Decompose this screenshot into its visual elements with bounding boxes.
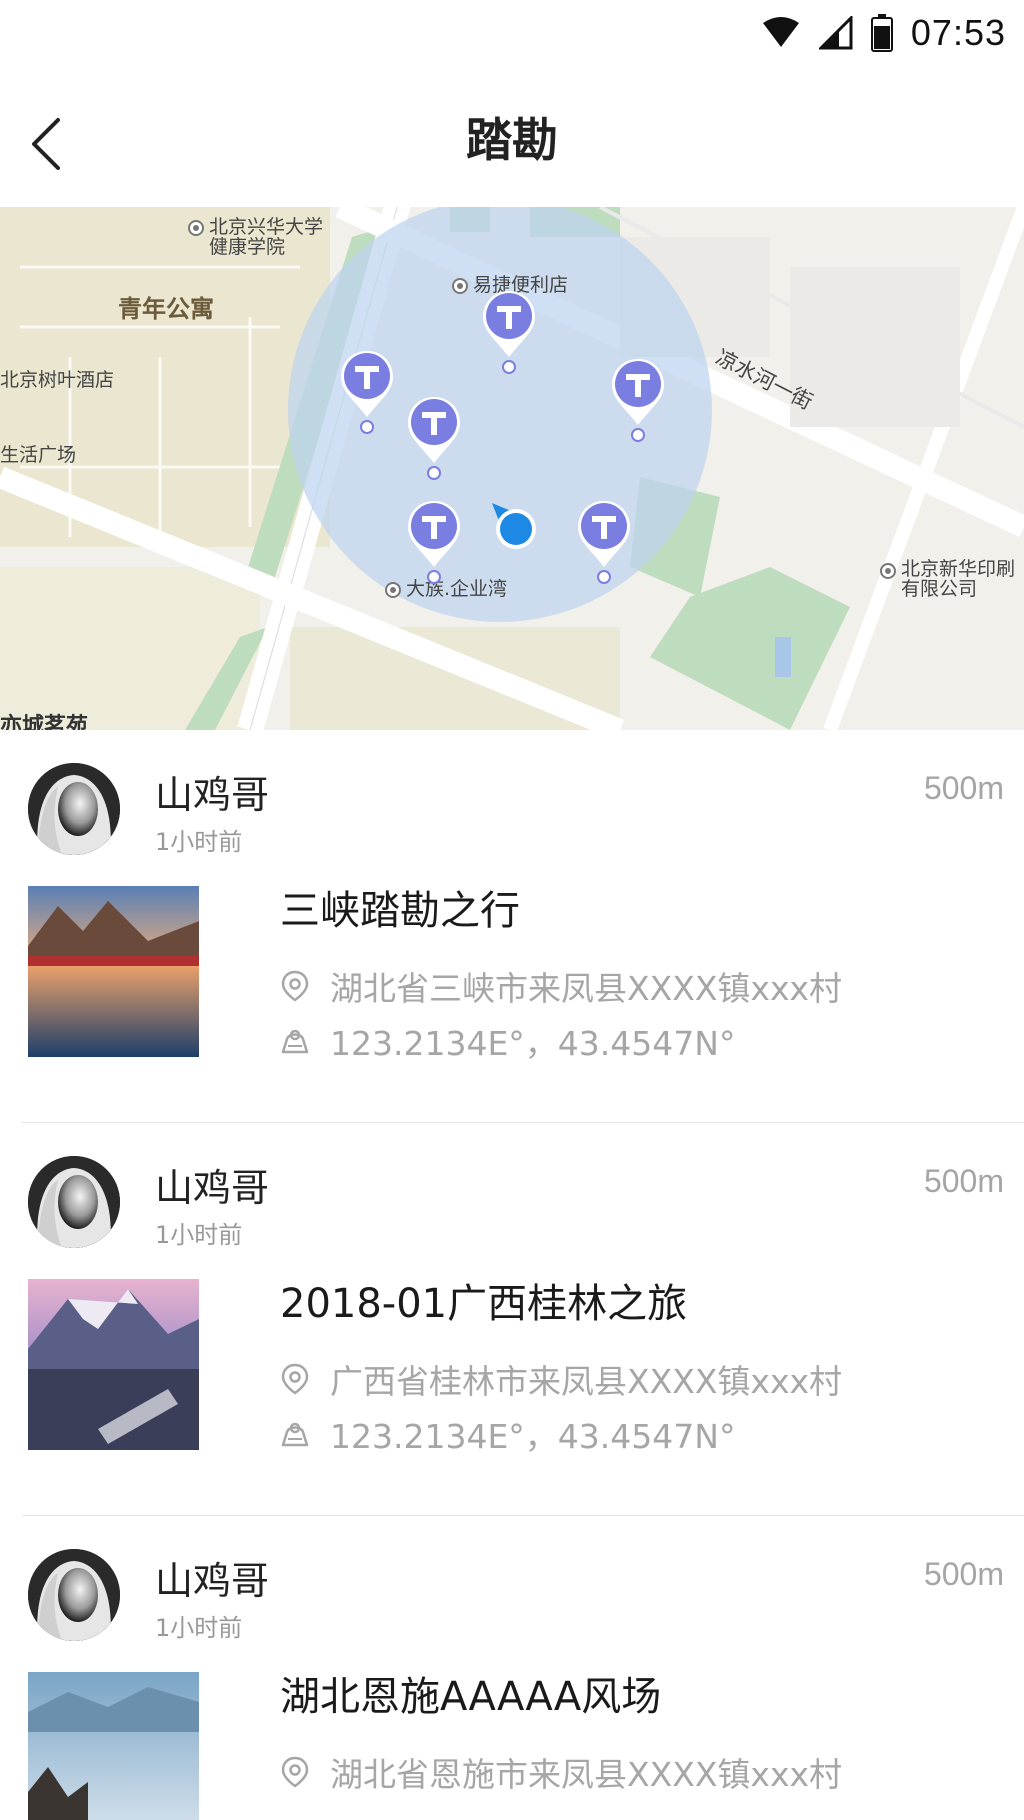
status-icons: 07:53 [761, 12, 1006, 54]
post-title: 2018-01广西桂林之旅 [280, 1281, 688, 1327]
poi-marker-icon [880, 563, 896, 579]
survey-pin[interactable] [479, 287, 539, 377]
wifi-icon [762, 17, 799, 47]
landscape-photo [28, 1672, 199, 1820]
map-label-bottom: 亦城茗苑 [0, 714, 89, 731]
address-row: 湖北省恩施市来凤县XXXX镇xxx村 [278, 1748, 842, 1796]
coordinates-icon [281, 1029, 309, 1054]
location-pin-icon [281, 1363, 309, 1395]
distance: 500m [923, 1556, 1004, 1592]
cell-signal-icon [818, 16, 853, 50]
hammer-pin-icon [612, 359, 664, 442]
address-row: 湖北省三峡市来凤县XXXX镇xxx村 [278, 962, 842, 1010]
location-pin-icon [281, 1756, 309, 1788]
avatar[interactable] [28, 763, 120, 855]
avatar[interactable] [28, 1549, 120, 1641]
user-name: 山鸡哥 [155, 773, 270, 817]
distance: 500m [923, 1163, 1004, 1199]
survey-card[interactable]: 山鸡哥 1小时前 500m 湖北恩施AAAAA风场 湖北省恩施市来凤县XXXX镇… [0, 1516, 1024, 1820]
address-row: 广西省桂林市来凤县XXXX镇xxx村 [278, 1355, 842, 1403]
landscape-photo [28, 886, 199, 1057]
address-text: 湖北省恩施市来凤县XXXX镇xxx村 [330, 1755, 843, 1794]
post-time: 1小时前 [155, 1614, 243, 1642]
survey-pin[interactable] [404, 497, 464, 587]
coordinates-text: 123.2134E°，43.4547N° [330, 1417, 736, 1456]
coordinates-text: 123.2134E°，43.4547N° [330, 1024, 736, 1063]
survey-pin[interactable] [608, 355, 668, 445]
location-pin-icon [281, 970, 309, 1002]
user-portrait-image [28, 1156, 120, 1248]
thumbnail-image[interactable] [28, 1672, 199, 1820]
battery-icon [870, 14, 893, 52]
survey-pin[interactable] [337, 347, 397, 437]
coordinates-row: 123.2134E°，43.4547N° [278, 1410, 735, 1458]
status-time: 07:53 [910, 12, 1006, 53]
avatar[interactable] [28, 1156, 120, 1248]
survey-feed: 山鸡哥 1小时前 500m 三峡踏勘之行 湖北省三峡市来凤县XXXX镇xxx村 … [0, 730, 1024, 1820]
map-label-plaza: 生活广场 [0, 444, 77, 466]
poi-marker-icon [188, 219, 204, 236]
hammer-pin-icon [408, 501, 460, 584]
thumbnail-image[interactable] [28, 1279, 199, 1450]
map-label-printer: 北京新华印刷 有限公司 [880, 559, 1015, 599]
post-time: 1小时前 [155, 828, 243, 856]
distance: 500m [923, 770, 1004, 806]
user-name: 山鸡哥 [155, 1166, 270, 1210]
post-title: 湖北恩施AAAAA风场 [280, 1674, 662, 1720]
poi-marker-icon [385, 581, 401, 598]
post-time: 1小时前 [155, 1221, 243, 1249]
hammer-pin-icon [578, 501, 630, 584]
hammer-pin-icon [483, 291, 535, 374]
survey-pin[interactable] [404, 393, 464, 483]
survey-card[interactable]: 山鸡哥 1小时前 500m 三峡踏勘之行 湖北省三峡市来凤县XXXX镇xxx村 … [0, 730, 1024, 1123]
header: 踏勘 [0, 76, 1024, 206]
shop-marker-icon [452, 277, 468, 294]
map-label-school: 北京兴华大学 健康学院 [188, 217, 323, 257]
address-text: 广西省桂林市来凤县XXXX镇xxx村 [330, 1362, 843, 1401]
page-title: 踏勘 [466, 113, 558, 167]
status-bar: 07:53 [0, 0, 1024, 76]
map-label-district: 青年公寓 [118, 295, 214, 323]
current-location-icon [492, 503, 536, 549]
hammer-pin-icon [408, 397, 460, 480]
user-name: 山鸡哥 [155, 1559, 270, 1603]
map-view[interactable]: 北京兴华大学 健康学院 青年公寓 北京树叶酒店 生活广场 易捷便利店 凉水河一街… [0, 207, 1024, 730]
hammer-pin-icon [341, 351, 393, 434]
address-text: 湖北省三峡市来凤县XXXX镇xxx村 [330, 969, 843, 1008]
survey-page: 07:53 踏勘 北京兴华大学 健康学院 青年公寓 北京树叶酒店 生活广场 易捷… [0, 0, 1024, 1820]
coordinates-icon [281, 1422, 309, 1447]
survey-pin[interactable] [574, 497, 634, 587]
post-title: 三峡踏勘之行 [280, 888, 520, 934]
user-portrait-image [28, 1549, 120, 1641]
thumbnail-image[interactable] [28, 886, 199, 1057]
user-portrait-image [28, 763, 120, 855]
coordinates-row: 123.2134E°，43.4547N° [278, 1017, 735, 1065]
survey-card[interactable]: 山鸡哥 1小时前 500m 2018-01广西桂林之旅 广西省桂林市来凤县XXX… [0, 1123, 1024, 1516]
landscape-photo [28, 1279, 199, 1450]
map-label-hotel: 北京树叶酒店 [0, 369, 115, 391]
